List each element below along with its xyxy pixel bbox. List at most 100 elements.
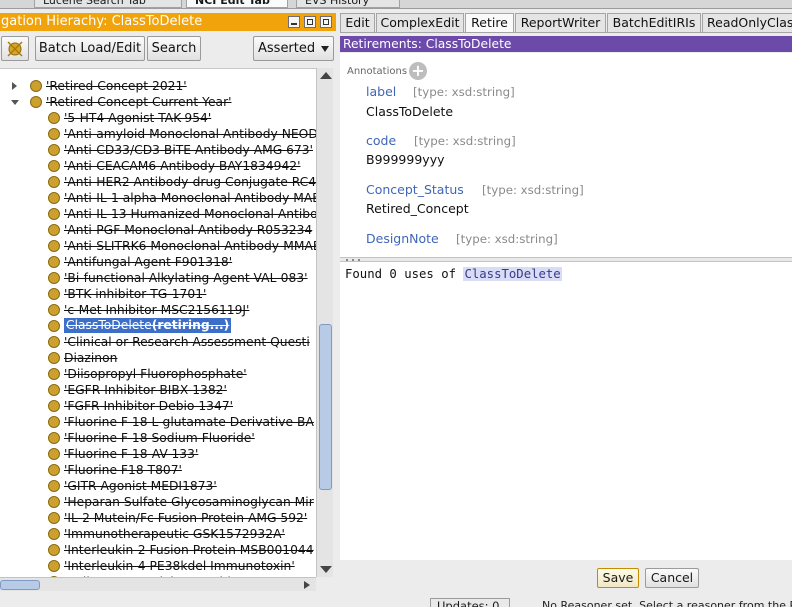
search-button[interactable]: Search <box>147 36 201 61</box>
class-tree[interactable]: 'Retired Concept 2021' 'Retired Concept C… <box>0 68 316 577</box>
tree-item-label: 'FGFR Inhibitor Debio 1347' <box>64 399 234 413</box>
tree-item[interactable]: 'IL-2 Mutein/Fc Fusion Protein AMG 592' <box>0 510 316 526</box>
maximize-icon[interactable] <box>320 16 332 28</box>
tree-item[interactable]: 'Interleukin-4 PE38kdel Immunotoxin' <box>0 558 316 574</box>
reasoner-status-text: No Reasoner set. Select a reasoner from … <box>542 599 792 607</box>
tree-item[interactable]: 'Fluorine F18 T807' <box>0 462 316 478</box>
tree-item[interactable]: 'c-Met Inhibitor MSC2156119J' <box>0 302 316 318</box>
batch-load-edit-button[interactable]: Batch Load/Edit <box>35 36 145 61</box>
cancel-button[interactable]: Cancel <box>645 568 699 588</box>
tree-item[interactable]: 'Immunotherapeutic GSK1572932A' <box>0 526 316 542</box>
tab-nci-edit[interactable]: NCI Edit Tab <box>186 0 288 8</box>
tree-item[interactable]: 'Fluorine F 18-AV-133' <box>0 446 316 462</box>
annotation-property-label[interactable]: label <box>366 84 396 99</box>
annotation-property-design-note[interactable]: DesignNote <box>366 231 439 246</box>
usage-class-name[interactable]: ClassToDelete <box>463 267 562 281</box>
tree-item-label: 'Immunotherapeutic GSK1572932A' <box>64 527 285 541</box>
tab-read-only-class[interactable]: ReadOnlyClas <box>702 13 792 32</box>
tab-retire[interactable]: Retire <box>465 13 514 32</box>
save-button[interactable]: Save <box>597 568 639 588</box>
tree-item-label: 'Fluorine F18 T807' <box>64 463 182 477</box>
tree-item[interactable]: 'BTK inhibitor TG-1701' <box>0 286 316 302</box>
tree-item-label: 'Clinical or Research Assessment Questi <box>64 335 310 349</box>
annotation-value[interactable]: Retired_Concept <box>366 201 469 216</box>
class-icon <box>48 464 60 476</box>
scroll-down-icon[interactable] <box>320 566 332 573</box>
tree-horizontal-scrollbar[interactable] <box>0 577 316 591</box>
tree-item[interactable]: 'Anti-IL-13 Humanized Monoclonal Antibo <box>0 206 316 222</box>
tree-item[interactable]: 'Clinical or Research Assessment Questi <box>0 334 316 350</box>
class-icon <box>48 112 60 124</box>
tab-edit[interactable]: Edit <box>340 13 375 32</box>
annotation-value[interactable]: B999999yyy <box>366 152 445 167</box>
tree-item-label: 'Fluorine F 18 Sodium Fluoride' <box>64 431 255 445</box>
annotations-panel: Annotations + label [type: xsd:string] C… <box>340 53 792 257</box>
class-icon <box>48 544 60 556</box>
tree-item[interactable]: 'Antifungal Agent F901318' <box>0 254 316 270</box>
tree-item[interactable]: 'Anti-PGF Monoclonal Antibody R053234 <box>0 222 316 238</box>
class-icon <box>48 512 60 524</box>
scrollbar-thumb[interactable] <box>0 580 40 590</box>
class-icon <box>48 208 60 220</box>
annotation-property-concept-status[interactable]: Concept_Status <box>366 182 464 197</box>
tree-item[interactable]: 'Anti-CEACAM6 Antibody BAY1834942' <box>0 158 316 174</box>
tree-item[interactable]: 'Heparan Sulfate Glycosaminoglycan Mir <box>0 494 316 510</box>
tab-lucene-search[interactable]: Lucene Search Tab <box>34 0 182 8</box>
tree-item[interactable]: ClassToDelete(retiring...) <box>0 318 316 334</box>
tree-item[interactable]: 'Diisopropyl Fluorophosphate' <box>0 366 316 382</box>
minimize-icon[interactable] <box>288 16 300 28</box>
updates-button[interactable]: Updates: 0 <box>430 598 510 607</box>
hierarchy-mode-select[interactable]: Asserted <box>253 36 334 61</box>
tree-item[interactable]: 'Retired Concept 2021' <box>0 78 316 94</box>
tree-item[interactable]: Diazinon <box>0 350 316 366</box>
tree-item[interactable]: 'Anti-IL-1 alpha Monoclonal Antibody MAE <box>0 190 316 206</box>
class-icon <box>48 304 60 316</box>
tree-item[interactable]: 'Anti-amyloid Monoclonal Antibody NEOD <box>0 126 316 142</box>
tree-item-label: 'c-Met Inhibitor MSC2156119J' <box>64 303 250 317</box>
crossed-class-icon <box>7 41 23 57</box>
class-icon <box>48 448 60 460</box>
tree-item[interactable]: '5-HT4 Agonist TAK-954' <box>0 110 316 126</box>
tree-vertical-scrollbar[interactable] <box>316 68 333 577</box>
tree-item[interactable]: 'Interleukin-2 Fusion Protein MSB001044 <box>0 542 316 558</box>
annotation-property-code[interactable]: code <box>366 133 396 148</box>
tree-item[interactable]: 'Fluorine F 18 Sodium Fluoride' <box>0 430 316 446</box>
restore-icon[interactable] <box>304 16 316 28</box>
annotation-type: [type: xsd:string] <box>413 85 515 99</box>
tree-item[interactable]: 'Anti-HER2 Antibody-drug Conjugate RC4 <box>0 174 316 190</box>
class-icon <box>48 128 60 140</box>
add-annotation-icon[interactable]: + <box>409 62 427 80</box>
tree-item[interactable]: 'Anti-CD33/CD3 BiTE Antibody AMG 673' <box>0 142 316 158</box>
tab-evs-history[interactable]: EVS History <box>296 0 400 8</box>
class-icon <box>48 432 60 444</box>
tab-report-writer[interactable]: ReportWriter <box>515 13 606 32</box>
tree-item[interactable]: 'EGFR Inhibitor BIBX 1382' <box>0 382 316 398</box>
tab-complex-edit[interactable]: ComplexEdit <box>376 13 464 32</box>
class-icon <box>48 288 60 300</box>
class-icon <box>48 336 60 348</box>
tab-batch-edit-iris[interactable]: BatchEditIRIs <box>607 13 701 32</box>
tree-item-label: ClassToDelete(retiring...) <box>64 318 232 333</box>
scroll-up-icon[interactable] <box>320 72 332 79</box>
tree-item[interactable]: 'Fluorine F 18 L-glutamate Derivative BA <box>0 414 316 430</box>
class-icon <box>48 256 60 268</box>
chevron-down-icon <box>321 46 329 52</box>
tree-item[interactable]: 'Bi-functional Alkylating Agent VAL-083' <box>0 270 316 286</box>
tree-item-status: (retiring...) <box>151 318 230 332</box>
tree-item-label: 'EGFR Inhibitor BIBX 1382' <box>64 383 227 397</box>
tree-item[interactable]: 'FGFR Inhibitor Debio 1347' <box>0 398 316 414</box>
tree-item[interactable]: 'Retired Concept Current Year' <box>0 94 316 110</box>
collapse-icon[interactable] <box>11 100 19 105</box>
tree-item-label: 'BTK inhibitor TG-1701' <box>64 287 207 301</box>
scroll-right-icon[interactable] <box>304 581 310 589</box>
tree-item[interactable]: 'GITR Agonist MEDI1873' <box>0 478 316 494</box>
tree-item-label: 'Retired Concept 2021' <box>46 79 187 93</box>
tree-item[interactable]: 'Anti-SLITRK6 Monoclonal Antibody-MMAE <box>0 238 316 254</box>
retire-class-button[interactable] <box>1 36 29 61</box>
scrollbar-thumb[interactable] <box>319 324 332 490</box>
class-icon <box>48 160 60 172</box>
hierarchy-panel: gation Hierachy: ClassToDelete Batch Loa… <box>0 10 339 607</box>
class-icon <box>48 192 60 204</box>
expand-icon[interactable] <box>12 82 17 90</box>
annotation-value[interactable]: ClassToDelete <box>366 104 453 119</box>
